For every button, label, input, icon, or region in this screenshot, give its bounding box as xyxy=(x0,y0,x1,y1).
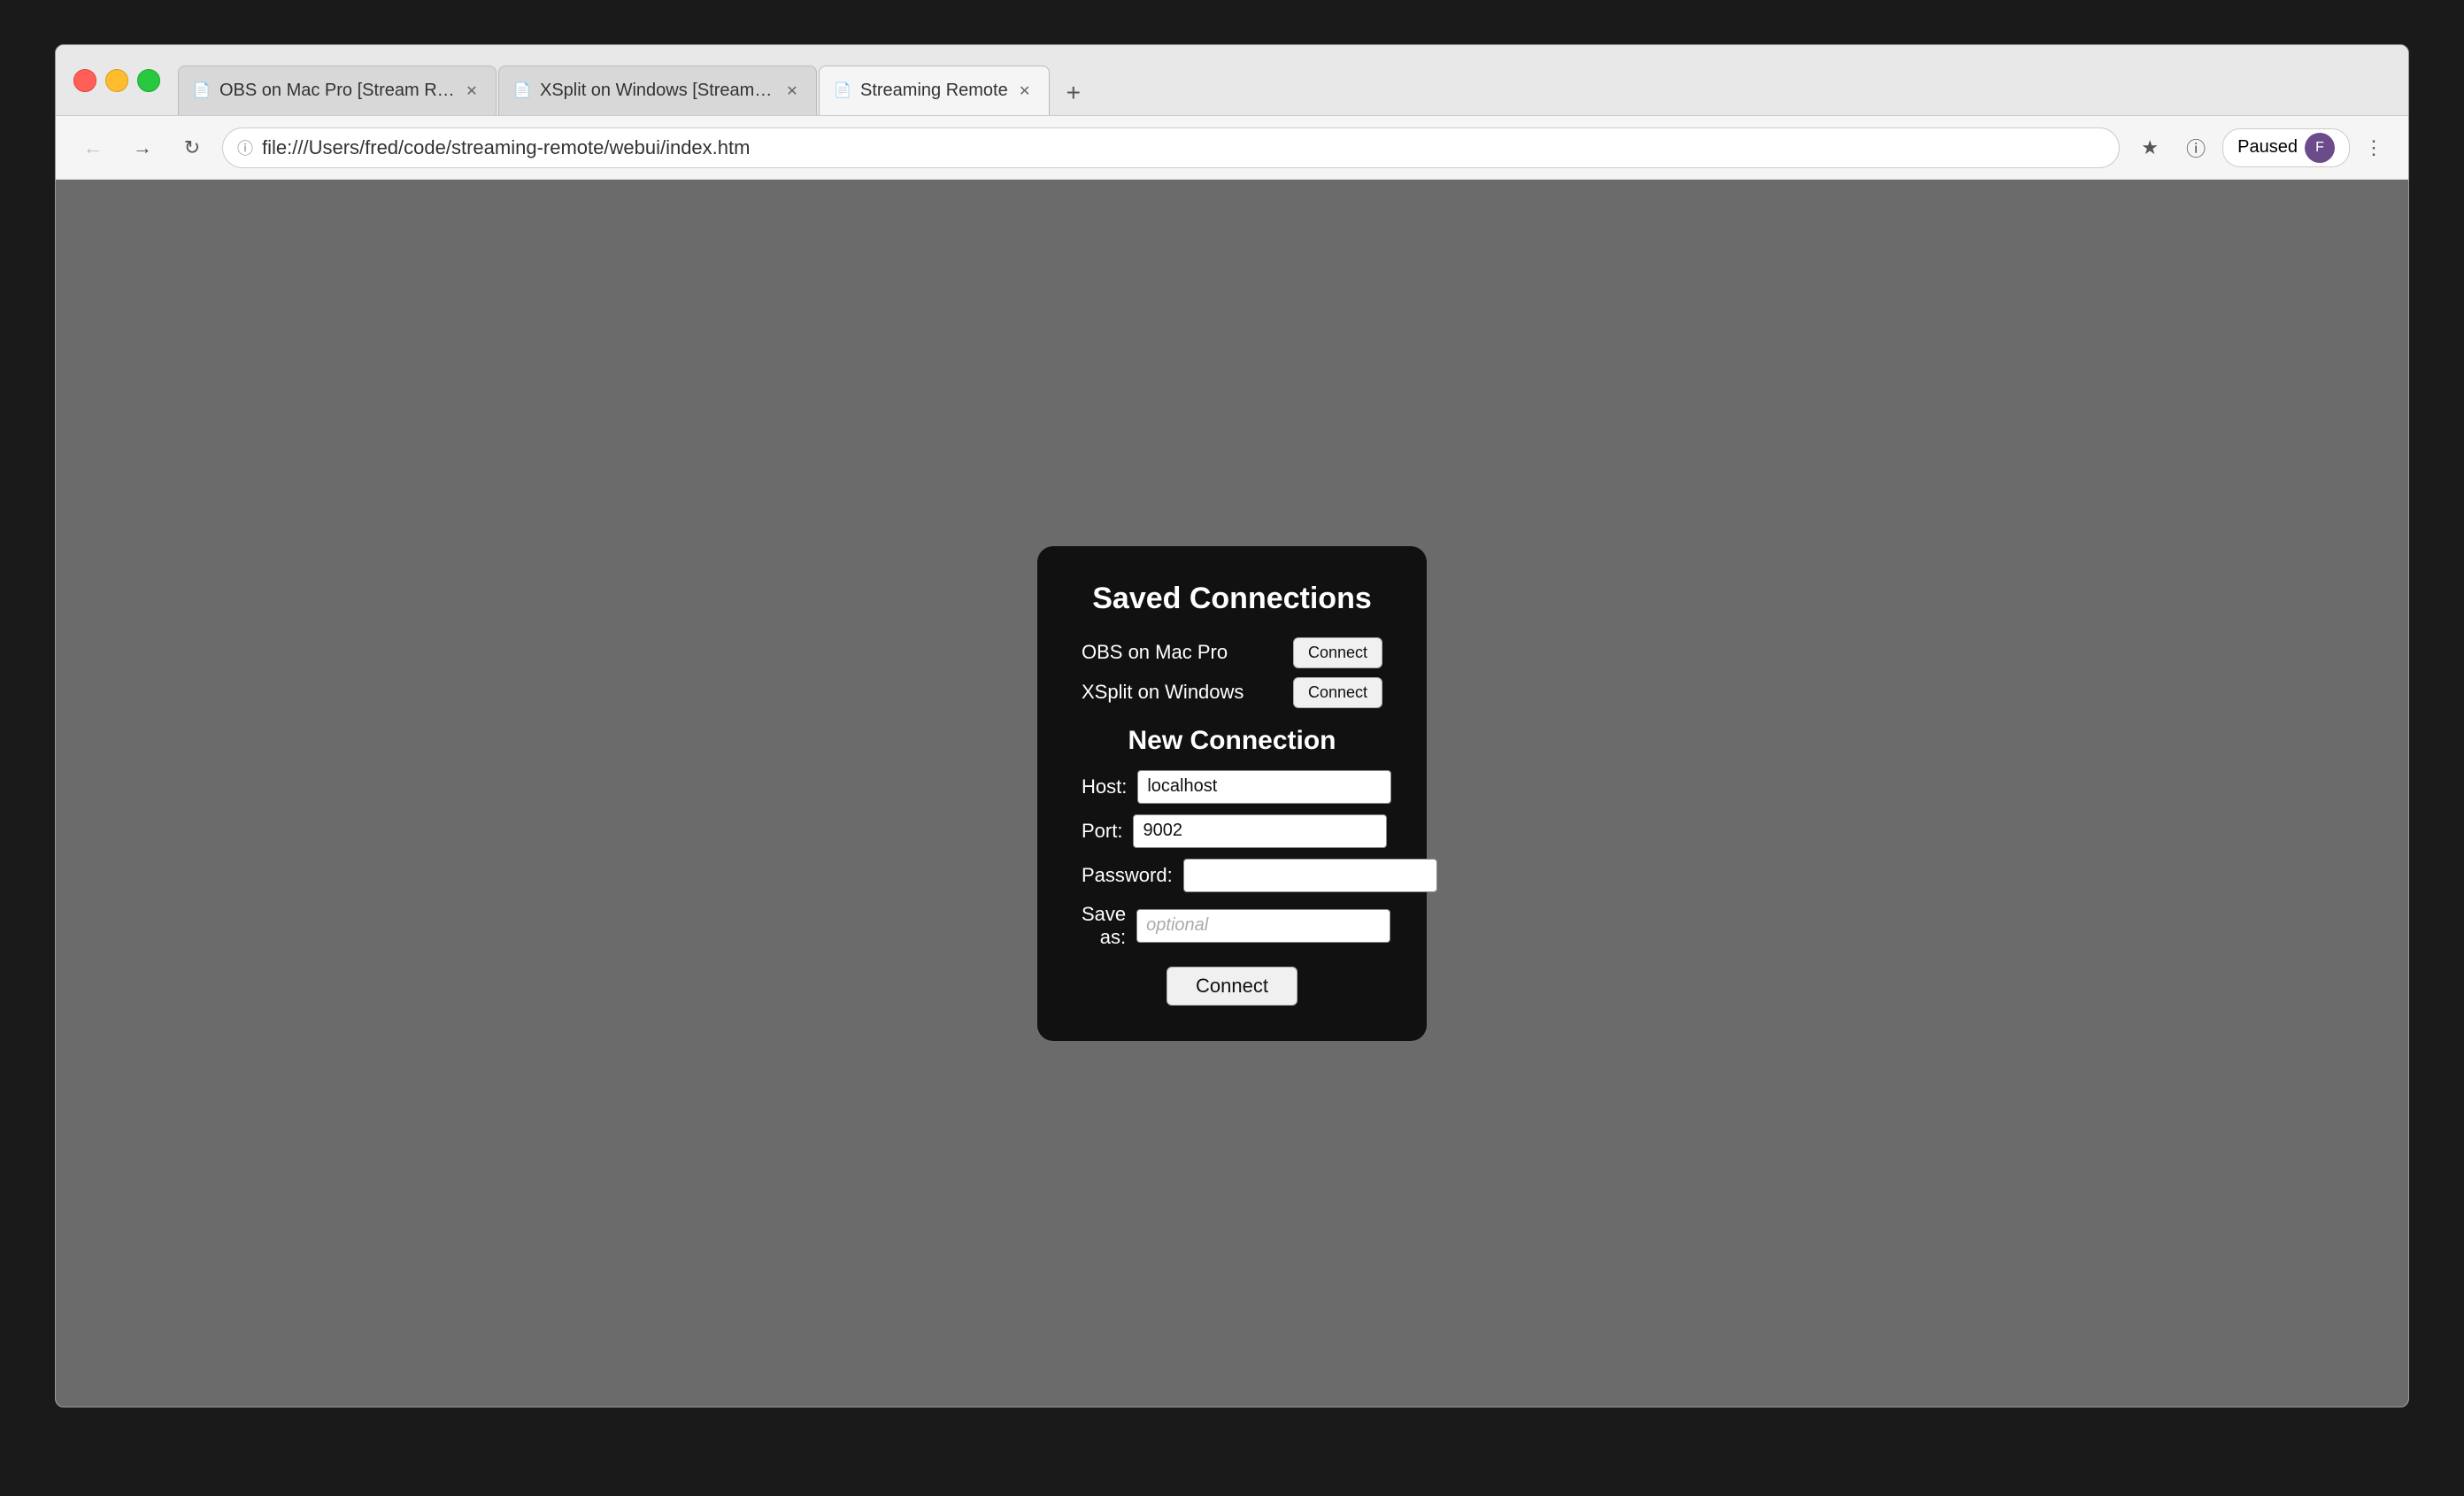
host-row: Host: xyxy=(1082,770,1382,804)
tab-favicon-streaming: 📄 xyxy=(834,81,853,101)
info-button[interactable]: ⓘ xyxy=(2176,128,2215,167)
save-as-row: Save as: xyxy=(1082,903,1382,949)
page-content: Saved Connections OBS on Mac Pro Connect… xyxy=(56,180,2408,1407)
saved-conn-name-obs: OBS on Mac Pro xyxy=(1082,641,1293,664)
connect-main-button[interactable]: Connect xyxy=(1167,967,1297,1006)
connection-card: Saved Connections OBS on Mac Pro Connect… xyxy=(1037,546,1427,1041)
forward-button[interactable]: → xyxy=(123,128,162,167)
saved-connections-list: OBS on Mac Pro Connect XSplit on Windows… xyxy=(1082,637,1382,708)
connect-obs-button[interactable]: Connect xyxy=(1293,637,1382,668)
password-input[interactable] xyxy=(1183,859,1437,892)
password-row: Password: xyxy=(1082,859,1382,892)
tab-label-streaming: Streaming Remote xyxy=(860,81,1008,101)
port-label: Port: xyxy=(1082,820,1133,843)
paused-button[interactable]: Paused F xyxy=(2222,128,2350,167)
saved-conn-row-obs: OBS on Mac Pro Connect xyxy=(1082,637,1382,668)
address-bar[interactable]: ⓘ file:///Users/fred/code/streaming-remo… xyxy=(222,127,2120,168)
tab-streaming-remote[interactable]: 📄 Streaming Remote ✕ xyxy=(819,66,1050,115)
address-lock-icon: ⓘ xyxy=(237,136,253,159)
new-tab-button[interactable]: + xyxy=(1051,71,1096,115)
password-label: Password: xyxy=(1082,864,1183,887)
host-label: Host: xyxy=(1082,775,1137,798)
saved-connections-title: Saved Connections xyxy=(1082,582,1382,616)
maximize-button[interactable] xyxy=(137,69,160,92)
port-row: Port: xyxy=(1082,814,1382,848)
paused-label: Paused xyxy=(2237,137,2298,158)
tab-obs[interactable]: 📄 OBS on Mac Pro [Stream Rem... ✕ xyxy=(178,66,497,115)
browser-window: 📄 OBS on Mac Pro [Stream Rem... ✕ 📄 XSpl… xyxy=(55,44,2409,1407)
tab-favicon-obs: 📄 xyxy=(193,81,212,101)
title-bar: 📄 OBS on Mac Pro [Stream Rem... ✕ 📄 XSpl… xyxy=(56,45,2408,116)
tab-close-xsplit[interactable]: ✕ xyxy=(782,81,802,101)
back-button[interactable]: ← xyxy=(73,128,112,167)
new-connection-title: New Connection xyxy=(1082,726,1382,756)
tab-xsplit[interactable]: 📄 XSplit on Windows [Stream Re... ✕ xyxy=(498,66,817,115)
bookmark-button[interactable]: ★ xyxy=(2130,128,2169,167)
user-avatar: F xyxy=(2305,133,2335,163)
nav-bar: ← → ↻ ⓘ file:///Users/fred/code/streamin… xyxy=(56,116,2408,180)
saved-conn-row-xsplit: XSplit on Windows Connect xyxy=(1082,677,1382,708)
close-button[interactable] xyxy=(73,69,96,92)
nav-actions: ★ ⓘ Paused F ⋮ xyxy=(2130,128,2391,167)
menu-dots-button[interactable]: ⋮ xyxy=(2357,129,2391,166)
port-input[interactable] xyxy=(1133,814,1387,848)
address-text: file:///Users/fred/code/streaming-remote… xyxy=(262,136,2105,159)
minimize-button[interactable] xyxy=(105,69,128,92)
tab-label-xsplit: XSplit on Windows [Stream Re... xyxy=(540,81,775,101)
traffic-lights xyxy=(73,69,160,92)
save-as-label: Save as: xyxy=(1082,903,1136,949)
tabs-bar: 📄 OBS on Mac Pro [Stream Rem... ✕ 📄 XSpl… xyxy=(178,45,2391,115)
host-input[interactable] xyxy=(1137,770,1391,804)
tab-favicon-xsplit: 📄 xyxy=(513,81,533,101)
saved-conn-name-xsplit: XSplit on Windows xyxy=(1082,681,1293,704)
save-as-input[interactable] xyxy=(1136,909,1390,943)
tab-close-obs[interactable]: ✕ xyxy=(462,81,481,101)
reload-button[interactable]: ↻ xyxy=(173,128,212,167)
connect-xsplit-button[interactable]: Connect xyxy=(1293,677,1382,708)
tab-close-streaming[interactable]: ✕ xyxy=(1015,81,1035,101)
tab-label-obs: OBS on Mac Pro [Stream Rem... xyxy=(219,81,455,101)
